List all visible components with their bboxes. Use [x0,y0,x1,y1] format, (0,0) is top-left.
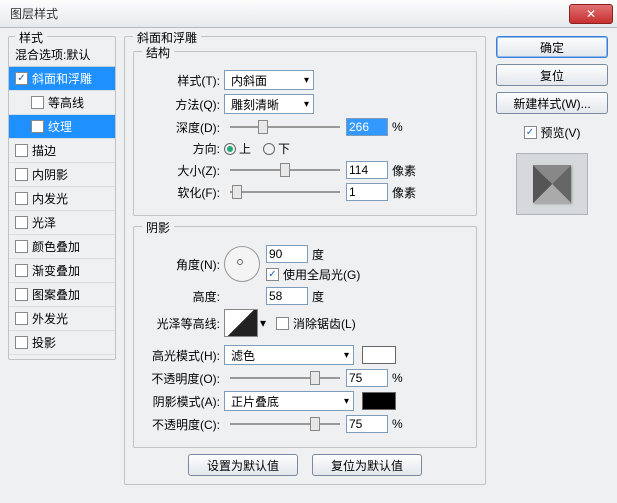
sh-mode-dropdown[interactable]: 正片叠底▾ [224,391,354,411]
preview-thumbnail [516,153,588,215]
checkbox-icon[interactable] [15,168,28,181]
depth-input[interactable]: 266 [346,118,388,136]
technique-label: 方法(Q): [142,96,224,113]
hl-mode-dropdown[interactable]: 滤色▾ [224,345,354,365]
item-inner-shadow[interactable]: 内阴影 [9,163,115,187]
angle-label: 角度(N): [142,256,224,273]
close-button[interactable]: ✕ [569,4,613,24]
item-drop-shadow[interactable]: 投影 [9,331,115,355]
checkbox-icon[interactable]: ✓ [15,72,28,85]
size-label: 大小(Z): [142,162,224,179]
sh-opacity-slider[interactable] [230,417,340,431]
shading-title: 阴影 [142,219,174,236]
chevron-down-icon: ▾ [304,99,309,110]
checkbox-icon[interactable] [31,120,44,133]
checkbox-icon[interactable] [15,336,28,349]
item-color-overlay[interactable]: 颜色叠加 [9,235,115,259]
angle-dial[interactable] [224,246,260,282]
chevron-down-icon: ▾ [344,350,349,361]
shading-group: 阴影 角度(N): 90 度 ✓使用全局光(G) 高度: 58 [133,226,477,448]
chevron-down-icon: ▾ [304,75,309,86]
direction-label: 方向: [142,140,224,157]
new-style-button[interactable]: 新建样式(W)... [496,92,608,114]
checkbox-icon[interactable] [15,144,28,157]
chevron-down-icon[interactable]: ▾ [260,316,266,330]
soften-label: 软化(F): [142,184,224,201]
close-icon: ✕ [586,7,596,21]
window-title: 图层样式 [4,5,58,22]
style-label: 样式(T): [142,72,224,89]
global-light-checkbox[interactable]: ✓使用全局光(G) [266,266,360,283]
depth-unit: % [392,120,403,134]
item-stroke[interactable]: 描边 [9,139,115,163]
item-texture[interactable]: 纹理 [9,115,115,139]
hl-opacity-input[interactable]: 75 [346,369,388,387]
size-unit: 像素 [392,162,416,179]
soften-slider[interactable] [230,185,340,199]
sh-mode-label: 阴影模式(A): [142,393,224,410]
sh-opacity-input[interactable]: 75 [346,415,388,433]
set-default-button[interactable]: 设置为默认值 [188,454,298,476]
ok-button[interactable]: 确定 [496,36,608,58]
cancel-button[interactable]: 复位 [496,64,608,86]
style-dropdown[interactable]: 内斜面▾ [224,70,314,90]
depth-label: 深度(D): [142,119,224,136]
item-inner-glow[interactable]: 内发光 [9,187,115,211]
styles-panel: 样式 混合选项:默认 ✓斜面和浮雕 等高线 纹理 描边 内阴影 内发光 光泽 颜… [8,36,116,360]
checkbox-icon[interactable] [31,96,44,109]
depth-slider[interactable] [230,120,340,134]
bevel-group: 斜面和浮雕 结构 样式(T): 内斜面▾ 方法(Q): 雕刻清晰▾ 深度(D):… [124,36,486,485]
soften-unit: 像素 [392,184,416,201]
checkbox-icon[interactable] [15,216,28,229]
sh-opacity-label: 不透明度(C): [142,416,224,433]
item-bevel[interactable]: ✓斜面和浮雕 [9,67,115,91]
altitude-input[interactable]: 58 [266,287,308,305]
pyramid-icon [533,165,571,203]
item-pattern-overlay[interactable]: 图案叠加 [9,283,115,307]
titlebar: 图层样式 ✕ [0,0,617,28]
technique-dropdown[interactable]: 雕刻清晰▾ [224,94,314,114]
size-slider[interactable] [230,163,340,177]
checkbox-icon[interactable] [15,192,28,205]
chevron-down-icon: ▾ [344,396,349,407]
altitude-label: 高度: [142,288,224,305]
gloss-label: 光泽等高线: [142,315,224,332]
preview-checkbox[interactable]: ✓预览(V) [524,124,581,141]
checkbox-icon[interactable] [15,240,28,253]
soften-input[interactable]: 1 [346,183,388,201]
item-contour[interactable]: 等高线 [9,91,115,115]
item-gradient-overlay[interactable]: 渐变叠加 [9,259,115,283]
checkbox-icon[interactable] [15,312,28,325]
sh-color-swatch[interactable] [362,392,396,410]
antialias-checkbox[interactable]: 消除锯齿(L) [276,315,356,332]
item-satin[interactable]: 光泽 [9,211,115,235]
structure-group: 结构 样式(T): 内斜面▾ 方法(Q): 雕刻清晰▾ 深度(D): 266 %… [133,51,477,216]
hl-mode-label: 高光模式(H): [142,347,224,364]
direction-down-radio[interactable] [263,143,275,155]
checkbox-icon[interactable] [15,288,28,301]
hl-color-swatch[interactable] [362,346,396,364]
hl-opacity-label: 不透明度(O): [142,370,224,387]
reset-default-button[interactable]: 复位为默认值 [312,454,422,476]
styles-header: 样式 [15,29,47,46]
blend-options[interactable]: 混合选项:默认 [9,43,115,67]
checkbox-icon[interactable] [15,264,28,277]
structure-title: 结构 [142,44,174,61]
gloss-contour[interactable] [224,309,258,337]
size-input[interactable]: 114 [346,161,388,179]
angle-input[interactable]: 90 [266,245,308,263]
hl-opacity-slider[interactable] [230,371,340,385]
direction-up-radio[interactable] [224,143,236,155]
item-outer-glow[interactable]: 外发光 [9,307,115,331]
